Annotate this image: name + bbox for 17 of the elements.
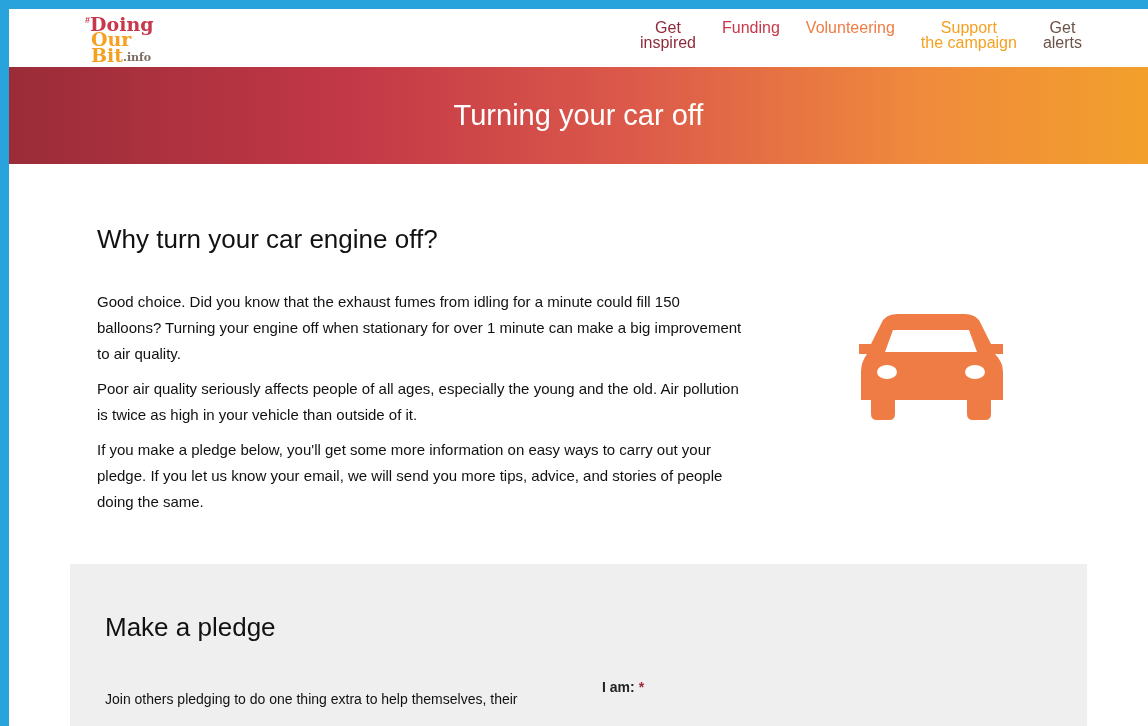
logo-text: Doing bbox=[90, 17, 154, 33]
paragraph: Poor air quality seriously affects people of all ages, especially the young and the old. Air pollution is twice as high in your vehicle than outside of it. bbox=[97, 379, 740, 425]
logo-suffix: .info bbox=[123, 54, 152, 63]
paragraph: Join others pledging to do one thing extra to help themselves, their bbox=[105, 690, 519, 709]
paragraph: Good choice. Did you know that the exhaust fumes from idling for a minute could fill 150 balloons? Turning your engine off when stationary for over 1 minute can make a big improvement to air quality. bbox=[97, 292, 742, 364]
logo-text: Bit bbox=[91, 47, 124, 63]
field-label: I am: bbox=[602, 678, 635, 697]
logo-hash: # bbox=[85, 17, 90, 25]
nav-link[interactable]: Funding bbox=[722, 20, 780, 35]
nav-link[interactable]: Get alerts bbox=[1042, 20, 1082, 50]
section-heading: Why turn your car engine off? bbox=[97, 223, 439, 256]
page-title: Turning your car off bbox=[453, 97, 704, 133]
paragraph: If you make a pledge below, you'll get some more information on easy ways to carry out your pledge. If you let us know your email, we will send you more tips, advice, and stories of people doing the same. bbox=[97, 440, 724, 512]
required-mark: * bbox=[638, 678, 645, 697]
nav-link[interactable]: Get inspired bbox=[640, 20, 696, 50]
nav-link[interactable]: Volunteering bbox=[805, 20, 895, 35]
section-heading: Make a pledge bbox=[105, 611, 277, 644]
